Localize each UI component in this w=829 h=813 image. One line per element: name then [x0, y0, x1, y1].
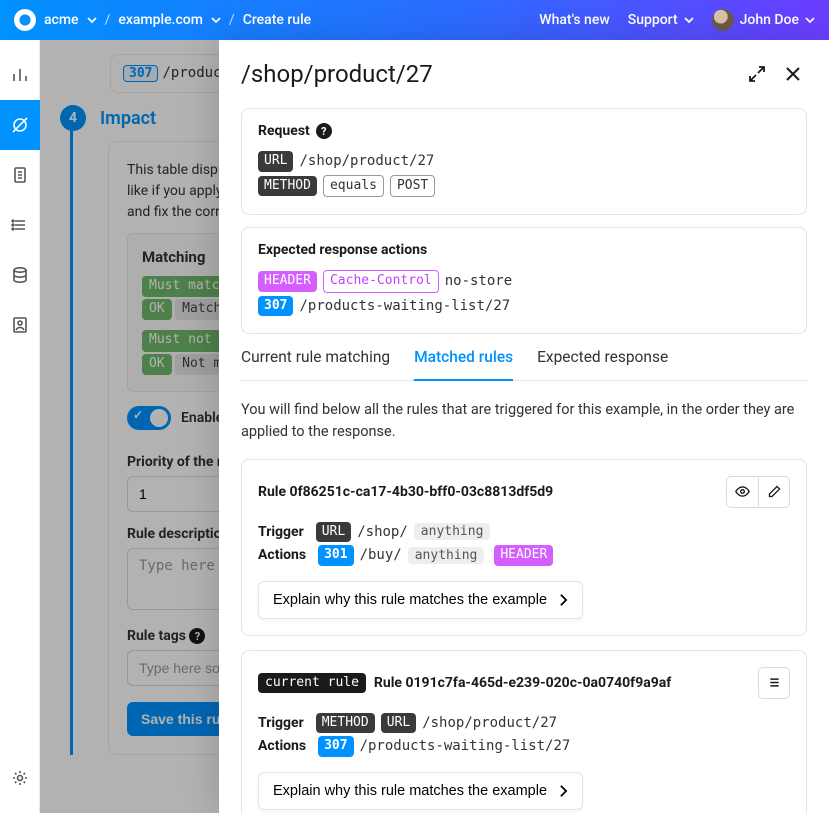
chevron-down-icon[interactable] — [211, 15, 221, 25]
method-tag: METHOD — [316, 713, 375, 734]
whats-new-link[interactable]: What's new — [539, 12, 609, 28]
panel-explanation: You will find below all the rules that a… — [241, 399, 807, 443]
status-code-tag: 307 — [258, 296, 293, 317]
view-rule-button[interactable] — [726, 476, 758, 508]
rule-menu-button[interactable] — [758, 667, 790, 699]
current-rule-tag: current rule — [258, 673, 366, 693]
edit-rule-button[interactable] — [758, 476, 790, 508]
tab-expected-response[interactable]: Expected response — [537, 348, 668, 380]
url-value: /shop/product/27 — [299, 153, 434, 169]
header-value: no-store — [445, 273, 512, 289]
settings-icon[interactable] — [0, 753, 40, 803]
method-op: equals — [323, 175, 384, 198]
redirect-path: /products-waiting-list/27 — [299, 298, 510, 314]
trigger-path: /shop/ — [357, 524, 408, 540]
status-code-tag: 301 — [318, 545, 353, 566]
chevron-down-icon — [805, 15, 815, 25]
tab-current-matching[interactable]: Current rule matching — [241, 348, 390, 380]
topbar: acme / example.com / Create rule What's … — [0, 0, 829, 40]
trigger-label: Trigger — [258, 715, 304, 731]
rule-card: Rule 0f86251c-ca17-4b30-bff0-03c8813df5d… — [241, 459, 807, 636]
request-box: Request ? URL/shop/product/27 METHOD equa… — [241, 108, 807, 215]
actions-label: Actions — [258, 738, 306, 754]
actions-path: /products-waiting-list/27 — [360, 738, 571, 754]
nav-data-icon[interactable] — [0, 250, 40, 300]
method-tag: METHOD — [258, 176, 317, 197]
expected-title: Expected response actions — [258, 242, 427, 258]
breadcrumb-sep: / — [229, 12, 235, 28]
breadcrumb-sep: / — [105, 12, 111, 28]
support-link[interactable]: Support — [628, 12, 694, 28]
nav-rules-icon[interactable] — [0, 100, 40, 150]
expected-box: Expected response actions HEADER Cache-Co… — [241, 227, 807, 334]
header-name: Cache-Control — [323, 270, 439, 293]
left-rail — [0, 40, 40, 813]
breadcrumb-org[interactable]: acme — [44, 12, 79, 28]
header-tag: HEADER — [258, 271, 317, 292]
explain-match-button[interactable]: Explain why this rule matches the exampl… — [258, 581, 583, 619]
help-icon[interactable]: ? — [316, 123, 332, 139]
trigger-path: /shop/product/27 — [422, 715, 557, 731]
url-tag: URL — [316, 522, 351, 543]
tab-matched-rules[interactable]: Matched rules — [414, 348, 513, 381]
nav-list-icon[interactable] — [0, 200, 40, 250]
avatar — [712, 9, 734, 31]
url-tag: URL — [258, 151, 293, 172]
url-tag: URL — [381, 713, 416, 734]
support-label: Support — [628, 12, 678, 28]
tabs: Current rule matching Matched rules Expe… — [241, 348, 807, 381]
nav-user-icon[interactable] — [0, 300, 40, 350]
trigger-label: Trigger — [258, 524, 304, 540]
chevron-down-icon — [684, 15, 694, 25]
header-tag: HEADER — [494, 545, 553, 566]
method-value: POST — [390, 175, 435, 198]
anything-chip: anything — [408, 547, 485, 564]
nav-analytics-icon[interactable] — [0, 50, 40, 100]
user-name: John Doe — [740, 12, 799, 28]
status-code-tag: 307 — [318, 736, 353, 757]
explain-match-button[interactable]: Explain why this rule matches the exampl… — [258, 772, 583, 810]
nav-docs-icon[interactable] — [0, 150, 40, 200]
app-logo[interactable] — [14, 9, 36, 31]
actions-path: /buy/ — [360, 547, 402, 563]
rule-title: Rule 0191c7fa-465d-e239-020c-0a0740f9a9a… — [374, 675, 671, 691]
rule-title: Rule 0f86251c-ca17-4b30-bff0-03c8813df5d… — [258, 484, 553, 500]
request-title: Request — [258, 123, 310, 139]
breadcrumb-page: Create rule — [243, 12, 311, 28]
breadcrumb-site[interactable]: example.com — [118, 12, 203, 28]
expand-icon[interactable] — [743, 60, 771, 88]
user-menu[interactable]: John Doe — [712, 9, 815, 31]
rule-card-current: current rule Rule 0191c7fa-465d-e239-020… — [241, 650, 807, 813]
panel-title: /shop/product/27 — [241, 60, 433, 88]
chevron-down-icon[interactable] — [87, 15, 97, 25]
actions-label: Actions — [258, 547, 306, 563]
anything-chip: anything — [414, 523, 491, 540]
slideover-panel: /shop/product/27 Request ? URL/shop/prod… — [219, 40, 829, 813]
close-icon[interactable] — [779, 60, 807, 88]
